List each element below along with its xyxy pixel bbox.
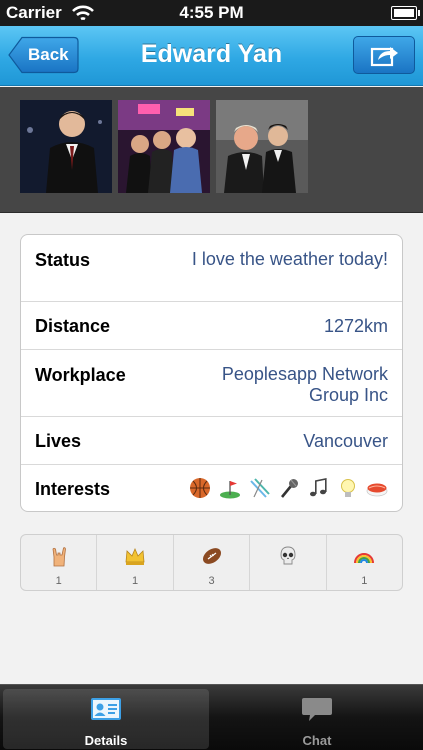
- reaction-count: 3: [208, 575, 215, 587]
- interests-icons: [186, 477, 388, 501]
- battery-icon: [391, 6, 420, 20]
- basketball-icon: [190, 478, 211, 498]
- lives-label: Lives: [35, 431, 82, 451]
- profile-photo-1[interactable]: [20, 100, 112, 193]
- sushi-icon: [366, 483, 388, 497]
- share-button[interactable]: [353, 36, 415, 74]
- id-card-icon: [91, 698, 121, 720]
- rock-hand-icon: [52, 547, 66, 567]
- details-card: Status I love the weather today! Distanc…: [20, 234, 403, 512]
- lives-row: Lives Vancouver: [21, 417, 402, 465]
- tab-chat-label: Chat: [302, 733, 332, 748]
- share-icon: [370, 47, 398, 67]
- profile-photo-3[interactable]: [216, 100, 308, 193]
- music-notes-icon: [310, 478, 327, 497]
- interests-label: Interests: [35, 479, 111, 499]
- tab-chat[interactable]: Chat: [214, 689, 420, 749]
- reaction-count: 1: [55, 575, 62, 587]
- skull-icon: [280, 546, 296, 565]
- reaction-count: 1: [361, 575, 368, 587]
- status-row: Status I love the weather today!: [21, 235, 402, 302]
- navigation-bar: Back Edward Yan: [0, 26, 423, 86]
- reaction-count: 1: [132, 575, 139, 587]
- workplace-row: Workplace Peoplesapp Network Group Inc: [21, 350, 402, 417]
- tab-details-label: Details: [84, 733, 128, 748]
- clock: 4:55 PM: [179, 3, 244, 22]
- reaction-rainbow[interactable]: 1: [327, 535, 402, 590]
- workplace-value: Peoplesapp Network Group Inc: [221, 364, 388, 405]
- reaction-crown[interactable]: 1: [97, 535, 174, 590]
- reactions-bar: 1 1 3 1: [20, 534, 403, 591]
- chat-bubble-icon: [302, 698, 332, 721]
- status-bar: Carrier 4:55 PM: [0, 0, 423, 26]
- lives-value: Vancouver: [303, 431, 388, 451]
- distance-label: Distance: [35, 316, 111, 336]
- rainbow-icon: [354, 553, 375, 564]
- ski-icon: [250, 478, 270, 498]
- photo-strip: [0, 87, 423, 213]
- golf-icon: [219, 481, 240, 499]
- status-value: I love the weather today!: [191, 249, 388, 269]
- status-label: Status: [35, 250, 91, 270]
- tab-details[interactable]: Details: [3, 689, 209, 749]
- reaction-football[interactable]: 3: [174, 535, 251, 590]
- crown-icon: [125, 547, 145, 565]
- distance-value: 1272km: [323, 316, 388, 336]
- reaction-rock-hand[interactable]: 1: [21, 535, 98, 590]
- workplace-label: Workplace: [35, 365, 126, 385]
- lightbulb-icon: [340, 479, 355, 497]
- football-icon: [202, 548, 221, 564]
- profile-photo-2[interactable]: [118, 100, 210, 193]
- distance-row: Distance 1272km: [21, 302, 402, 350]
- microphone-icon: [280, 479, 298, 498]
- reaction-skull[interactable]: [250, 535, 327, 590]
- interests-row: Interests: [21, 465, 402, 512]
- tab-bar: Details Chat: [0, 684, 423, 750]
